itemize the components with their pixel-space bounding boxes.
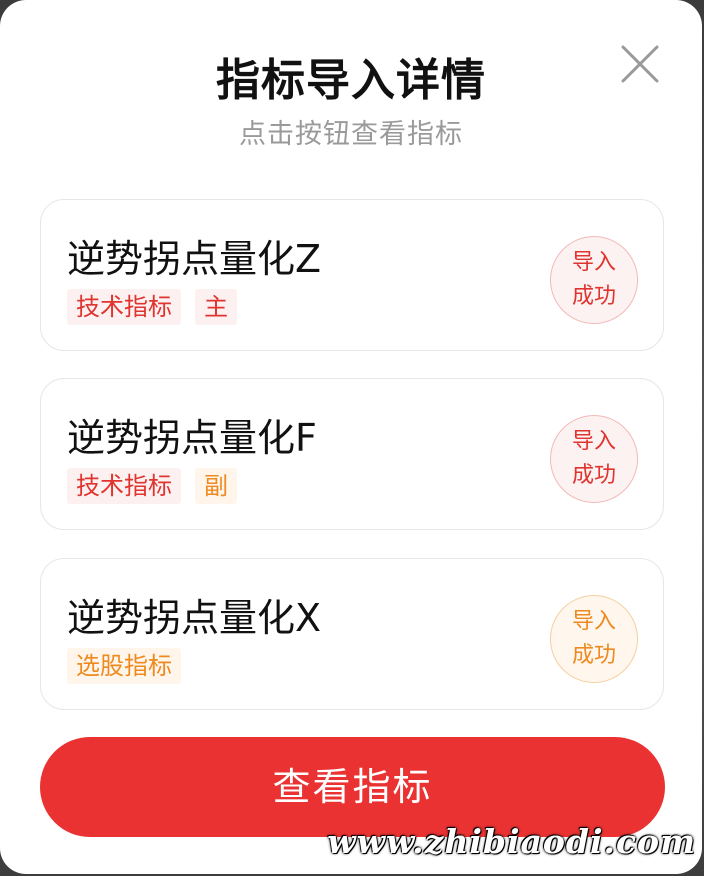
tag-indicator-type: 选股指标 — [67, 648, 181, 684]
indicator-tags: 技术指标 主 — [67, 289, 237, 325]
stamp-line-1: 导入 — [571, 429, 616, 454]
import-success-stamp: 导入 成功 — [550, 595, 638, 683]
tag-chart-position: 主 — [195, 289, 237, 325]
indicator-tags: 技术指标 副 — [67, 468, 237, 504]
indicator-name: 逆势拐点量化X — [67, 596, 322, 640]
tag-indicator-type: 技术指标 — [67, 289, 181, 325]
indicator-name: 逆势拐点量化Z — [67, 237, 322, 281]
indicator-import-dialog: 指标导入详情 点击按钮查看指标 逆势拐点量化Z 技术指标 主 导入 成功 逆势拐… — [0, 0, 702, 874]
stamp-line-1: 导入 — [571, 609, 616, 634]
stamp-line-2: 成功 — [571, 643, 616, 668]
dialog-title: 指标导入详情 — [216, 55, 486, 106]
indicator-name: 逆势拐点量化F — [67, 416, 317, 460]
close-button[interactable] — [616, 40, 664, 88]
tag-chart-position: 副 — [195, 468, 237, 504]
indicator-card[interactable]: 逆势拐点量化X 选股指标 导入 成功 — [40, 558, 664, 710]
stamp-line-2: 成功 — [571, 463, 616, 488]
import-success-stamp: 导入 成功 — [550, 236, 638, 324]
stamp-line-1: 导入 — [571, 250, 616, 275]
indicator-card[interactable]: 逆势拐点量化F 技术指标 副 导入 成功 — [40, 378, 664, 530]
tag-indicator-type: 技术指标 — [67, 468, 181, 504]
import-success-stamp: 导入 成功 — [550, 415, 638, 503]
site-watermark: www.zhibiaodi.com — [327, 822, 696, 861]
dialog-subtitle: 点击按钮查看指标 — [239, 119, 463, 150]
close-icon — [621, 45, 659, 83]
indicator-tags: 选股指标 — [67, 648, 181, 684]
stamp-line-2: 成功 — [571, 284, 616, 309]
indicator-card[interactable]: 逆势拐点量化Z 技术指标 主 导入 成功 — [40, 199, 664, 351]
